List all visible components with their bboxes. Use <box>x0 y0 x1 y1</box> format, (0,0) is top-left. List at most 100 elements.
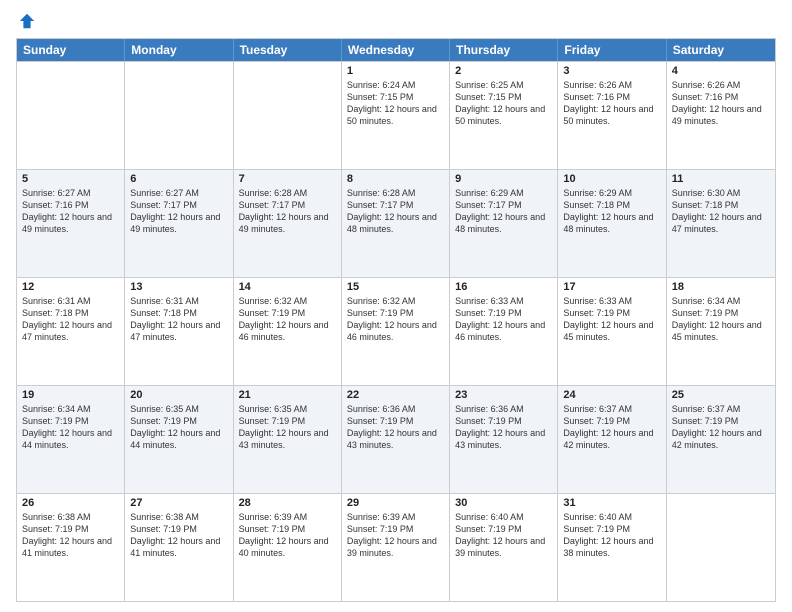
day-number: 19 <box>22 389 119 401</box>
table-row: 10Sunrise: 6:29 AMSunset: 7:18 PMDayligh… <box>558 170 666 277</box>
table-row: 30Sunrise: 6:40 AMSunset: 7:19 PMDayligh… <box>450 494 558 601</box>
day-number: 21 <box>239 389 336 401</box>
page: SundayMondayTuesdayWednesdayThursdayFrid… <box>0 0 792 612</box>
table-row: 23Sunrise: 6:36 AMSunset: 7:19 PMDayligh… <box>450 386 558 493</box>
day-number: 8 <box>347 173 444 185</box>
sunrise-text: Sunrise: 6:40 AM <box>455 512 524 522</box>
daylight-text: Daylight: 12 hours and 50 minutes. <box>347 104 437 126</box>
cell-details: Sunrise: 6:30 AMSunset: 7:18 PMDaylight:… <box>672 187 770 236</box>
daylight-text: Daylight: 12 hours and 47 minutes. <box>672 212 762 234</box>
daylight-text: Daylight: 12 hours and 45 minutes. <box>672 320 762 342</box>
daylight-text: Daylight: 12 hours and 49 minutes. <box>239 212 329 234</box>
header-cell-friday: Friday <box>558 39 666 61</box>
sunset-text: Sunset: 7:19 PM <box>455 308 522 318</box>
sunset-text: Sunset: 7:15 PM <box>455 92 522 102</box>
cell-details: Sunrise: 6:27 AMSunset: 7:17 PMDaylight:… <box>130 187 227 236</box>
day-number: 12 <box>22 281 119 293</box>
table-row: 13Sunrise: 6:31 AMSunset: 7:18 PMDayligh… <box>125 278 233 385</box>
table-row: 25Sunrise: 6:37 AMSunset: 7:19 PMDayligh… <box>667 386 775 493</box>
cell-details: Sunrise: 6:35 AMSunset: 7:19 PMDaylight:… <box>130 403 227 452</box>
cell-details: Sunrise: 6:33 AMSunset: 7:19 PMDaylight:… <box>455 295 552 344</box>
sunrise-text: Sunrise: 6:38 AM <box>22 512 91 522</box>
daylight-text: Daylight: 12 hours and 43 minutes. <box>347 428 437 450</box>
sunrise-text: Sunrise: 6:25 AM <box>455 80 524 90</box>
sunset-text: Sunset: 7:19 PM <box>455 416 522 426</box>
sunset-text: Sunset: 7:19 PM <box>563 308 630 318</box>
sunset-text: Sunset: 7:19 PM <box>239 308 306 318</box>
sunset-text: Sunset: 7:19 PM <box>672 416 739 426</box>
table-row <box>125 62 233 169</box>
table-row: 19 Sunrise: 6:34 AMSunset: 7:19 PMDayligh… <box>17 386 125 493</box>
day-number: 25 <box>672 389 770 401</box>
daylight-text: Daylight: 12 hours and 48 minutes. <box>455 212 545 234</box>
sunrise-text: Sunrise: 6:32 AM <box>239 296 308 306</box>
header-cell-saturday: Saturday <box>667 39 775 61</box>
cell-details: Sunrise: 6:32 AM Sunset: 7:19 PM Daylight:… <box>239 295 336 344</box>
table-row <box>667 494 775 601</box>
sunset-text: Sunset: 7:17 PM <box>239 200 306 210</box>
table-row: 29Sunrise: 6:39 AMSunset: 7:19 PMDayligh… <box>342 494 450 601</box>
cell-details: Sunrise: 6:24 AMSunset: 7:15 PMDaylight:… <box>347 79 444 128</box>
table-row: 3Sunrise: 6:26 AMSunset: 7:16 PMDaylight… <box>558 62 666 169</box>
header <box>16 12 776 30</box>
sunset-text: Sunset: 7:18 PM <box>672 200 739 210</box>
cell-details: Sunrise: 6:39 AMSunset: 7:19 PMDaylight:… <box>347 511 444 560</box>
sunrise-text: Sunrise: 6:39 AM <box>239 512 308 522</box>
sunrise-text: Sunrise: 6:28 AM <box>347 188 416 198</box>
table-row: 16Sunrise: 6:33 AMSunset: 7:19 PMDayligh… <box>450 278 558 385</box>
table-row: 4Sunrise: 6:26 AMSunset: 7:16 PMDaylight… <box>667 62 775 169</box>
sunrise-text: Sunrise: 6:37 AM <box>563 404 632 414</box>
table-row: 20 Sunrise: 6:35 AMSunset: 7:19 PMDayligh… <box>125 386 233 493</box>
table-row: 17Sunrise: 6:33 AMSunset: 7:19 PMDayligh… <box>558 278 666 385</box>
daylight-text: Daylight: 12 hours and 42 minutes. <box>672 428 762 450</box>
cell-details: Sunrise: 6:34 AMSunset: 7:19 PMDaylight:… <box>22 403 119 452</box>
logo <box>16 12 38 30</box>
header-cell-sunday: Sunday <box>17 39 125 61</box>
sunrise-text: Sunrise: 6:33 AM <box>455 296 524 306</box>
daylight-text: Daylight: 12 hours and 43 minutes. <box>455 428 545 450</box>
table-row: 28Sunrise: 6:39 AMSunset: 7:19 PMDayligh… <box>234 494 342 601</box>
sunrise-text: Sunrise: 6:32 AM <box>347 296 416 306</box>
day-number: 31 <box>563 497 660 509</box>
day-number: 13 <box>130 281 227 293</box>
table-row: 5 Sunrise: 6:27 AMSunset: 7:16 PMDaylight… <box>17 170 125 277</box>
table-row: 24Sunrise: 6:37 AMSunset: 7:19 PMDayligh… <box>558 386 666 493</box>
sunset-text: Sunset: 7:19 PM <box>347 308 414 318</box>
table-row: 27Sunrise: 6:38 AMSunset: 7:19 PMDayligh… <box>125 494 233 601</box>
daylight-text: Daylight: 12 hours and 49 minutes. <box>672 104 762 126</box>
cell-details: Sunrise: 6:37 AMSunset: 7:19 PMDaylight:… <box>563 403 660 452</box>
sunset-text: Sunset: 7:18 PM <box>563 200 630 210</box>
table-row: 11Sunrise: 6:30 AMSunset: 7:18 PMDayligh… <box>667 170 775 277</box>
cell-details: Sunrise: 6:28 AM Sunset: 7:17 PM Daylight:… <box>239 187 336 236</box>
sunset-text: Sunset: 7:19 PM <box>130 416 197 426</box>
sunset-text: Sunset: 7:16 PM <box>672 92 739 102</box>
table-row: 14Sunrise: 6:32 AMSunset: 7:19 PMDayligh… <box>234 278 342 385</box>
sunrise-text: Sunrise: 6:29 AM <box>455 188 524 198</box>
daylight-text: Daylight: 12 hours and 39 minutes. <box>455 536 545 558</box>
cell-details: Sunrise: 6:38 AMSunset: 7:19 PMDaylight:… <box>130 511 227 560</box>
table-row: 6 Sunrise: 6:27 AMSunset: 7:17 PMDaylight… <box>125 170 233 277</box>
daylight-text: Daylight: 12 hours and 49 minutes. <box>130 212 220 234</box>
sunset-text: Sunset: 7:16 PM <box>22 200 89 210</box>
table-row: 18Sunrise: 6:34 AMSunset: 7:19 PMDayligh… <box>667 278 775 385</box>
daylight-text: Daylight: 12 hours and 46 minutes. <box>239 320 329 342</box>
daylight-text: Daylight: 12 hours and 41 minutes. <box>22 536 112 558</box>
sunrise-text: Sunrise: 6:28 AM <box>239 188 308 198</box>
daylight-text: Daylight: 12 hours and 39 minutes. <box>347 536 437 558</box>
daylight-text: Daylight: 12 hours and 38 minutes. <box>563 536 653 558</box>
day-number: 6 <box>130 173 227 185</box>
day-number: 10 <box>563 173 660 185</box>
table-row: 8Sunrise: 6:28 AMSunset: 7:17 PMDaylight… <box>342 170 450 277</box>
day-number: 9 <box>455 173 552 185</box>
sunset-text: Sunset: 7:17 PM <box>130 200 197 210</box>
day-number: 3 <box>563 65 660 77</box>
cell-details: Sunrise: 6:27 AMSunset: 7:16 PMDaylight:… <box>22 187 119 236</box>
day-number: 16 <box>455 281 552 293</box>
day-number: 20 <box>130 389 227 401</box>
calendar-row-1: 1Sunrise: 6:24 AMSunset: 7:15 PMDaylight… <box>17 61 775 169</box>
sunrise-text: Sunrise: 6:34 AM <box>672 296 741 306</box>
cell-details: Sunrise: 6:36 AMSunset: 7:19 PMDaylight:… <box>347 403 444 452</box>
daylight-text: Daylight: 12 hours and 50 minutes. <box>563 104 653 126</box>
day-number: 5 <box>22 173 119 185</box>
cell-details: Sunrise: 6:25 AMSunset: 7:15 PMDaylight:… <box>455 79 552 128</box>
